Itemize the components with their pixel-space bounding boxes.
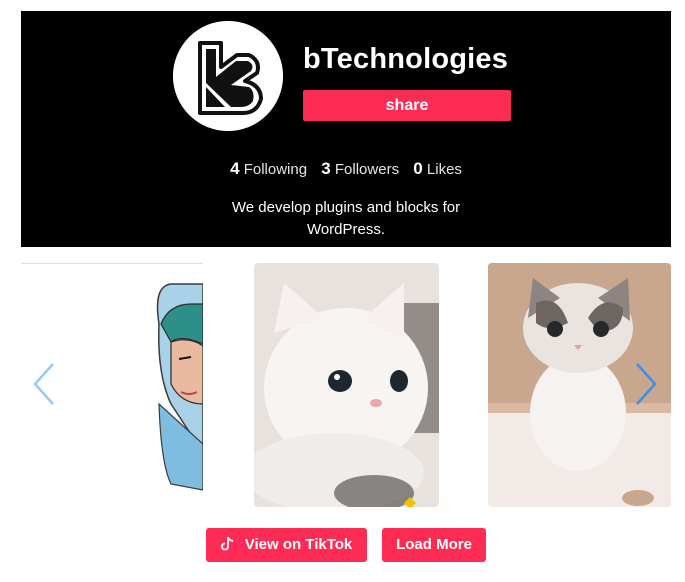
likes-count: 0	[413, 159, 423, 178]
following-label: Following	[243, 161, 308, 178]
following-count: 4	[230, 159, 240, 178]
chevron-left-icon	[33, 363, 54, 405]
share-button[interactable]: share	[303, 90, 511, 121]
carousel-prev-arrow[interactable]	[29, 362, 59, 406]
profile-header: bTechnologies share 4 Following 3 Follow…	[21, 11, 671, 247]
followers-label: Followers	[334, 161, 400, 178]
video-carousel	[21, 262, 671, 508]
likes-label: Likes	[426, 161, 462, 178]
video-thumbnail-white-kitten[interactable]	[254, 263, 439, 507]
btechnologies-logo	[173, 21, 283, 131]
tiktok-icon	[220, 536, 233, 551]
load-more-button[interactable]: Load More	[382, 528, 486, 562]
view-on-tiktok-label: View on TikTok	[244, 536, 353, 553]
avatar[interactable]	[173, 21, 283, 131]
carousel-next-arrow[interactable]	[631, 362, 661, 406]
profile-name: bTechnologies	[303, 43, 509, 75]
followers-count: 3	[321, 159, 331, 178]
profile-stats: 4 Following 3 Followers 0 Likes	[21, 159, 671, 179]
chevron-right-icon	[636, 363, 657, 405]
white-kitten	[254, 263, 439, 507]
view-on-tiktok-button[interactable]: View on TikTok	[206, 528, 367, 562]
profile-bio: We develop plugins and blocks for WordPr…	[231, 199, 461, 238]
